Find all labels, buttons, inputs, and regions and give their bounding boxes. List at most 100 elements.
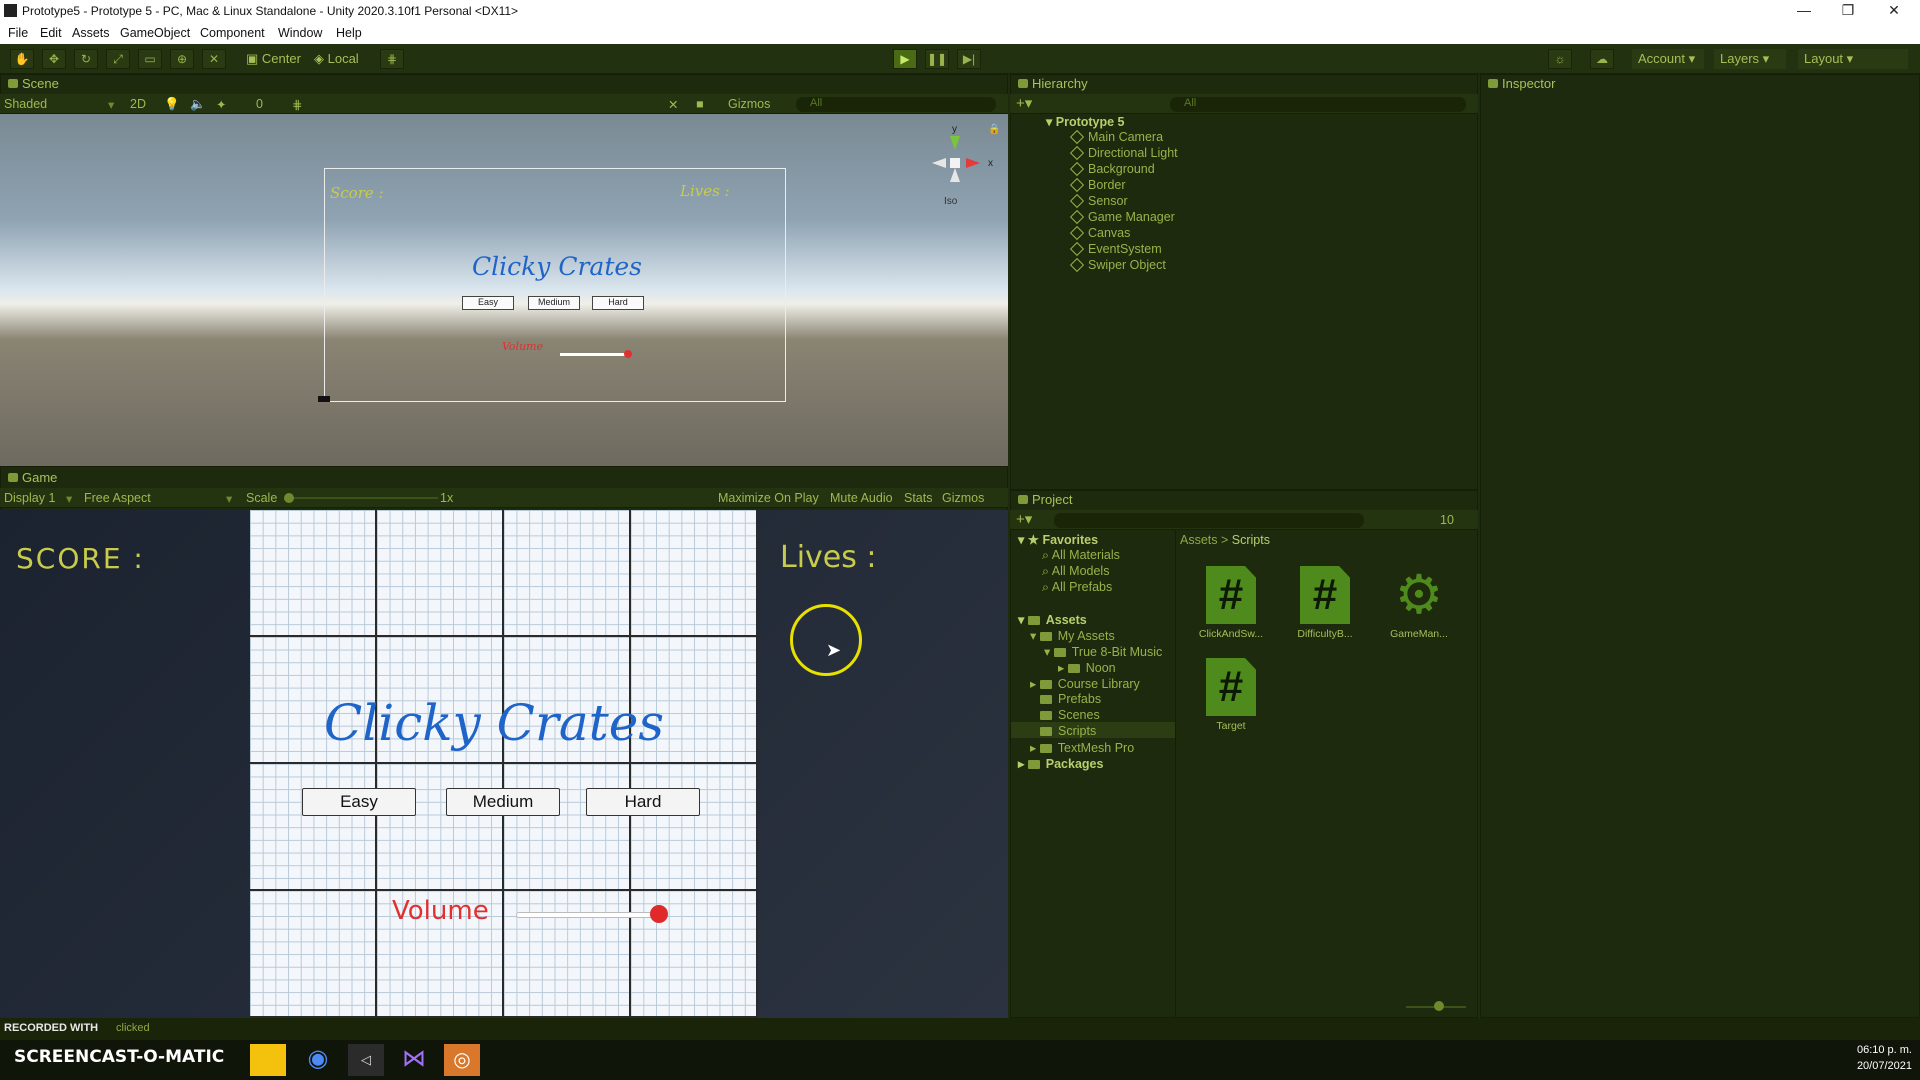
- account-dropdown[interactable]: Account ▾: [1632, 49, 1704, 69]
- hierarchy-item[interactable]: Canvas: [1069, 225, 1130, 241]
- audio-toggle-icon[interactable]: 🔈: [190, 97, 206, 112]
- tools-icon[interactable]: ✕: [668, 97, 678, 112]
- layers-dropdown[interactable]: Layers ▾: [1714, 49, 1786, 69]
- easy-button[interactable]: Easy: [302, 788, 416, 816]
- hierarchy-item[interactable]: Background: [1069, 161, 1155, 177]
- volume-slider-track[interactable]: [516, 912, 666, 918]
- display-dropdown[interactable]: Display 1: [4, 491, 55, 505]
- hierarchy-add-icon[interactable]: +▾: [1016, 94, 1032, 112]
- hierarchy-item[interactable]: Border: [1069, 177, 1126, 193]
- script-asset[interactable]: # DifficultyB...: [1280, 566, 1370, 640]
- projection-iso-label[interactable]: Iso: [944, 196, 957, 207]
- menu-assets[interactable]: Assets: [72, 26, 110, 40]
- hidden-objects-count[interactable]: 0: [256, 97, 263, 111]
- gizmo-center-cube-icon[interactable]: [950, 158, 960, 168]
- scale-slider-track[interactable]: [288, 497, 438, 499]
- icon-size-slider-handle[interactable]: [1434, 1001, 1444, 1011]
- aspect-dropdown-arrow-icon[interactable]: ▾: [226, 491, 232, 506]
- hard-button[interactable]: Hard: [586, 788, 700, 816]
- gizmo-y-arrow-icon[interactable]: [950, 136, 960, 150]
- assets-root[interactable]: ▾ Assets: [1018, 612, 1087, 627]
- shading-mode-dropdown[interactable]: Shaded: [4, 97, 47, 111]
- minimize-button[interactable]: —: [1784, 2, 1824, 18]
- hierarchy-search-input[interactable]: All: [1170, 97, 1466, 112]
- project-add-icon[interactable]: +▾: [1016, 510, 1032, 528]
- favorite-item[interactable]: ⌕ All Materials: [1042, 548, 1120, 563]
- folder-item[interactable]: Prefabs: [1040, 692, 1101, 706]
- visual-studio-app-icon[interactable]: ⋈: [396, 1044, 432, 1076]
- hierarchy-item[interactable]: Directional Light: [1069, 145, 1178, 161]
- game-gizmos-dropdown[interactable]: Gizmos: [942, 491, 984, 505]
- tab-project[interactable]: Project: [1012, 490, 1072, 510]
- maximize-button[interactable]: ❐: [1828, 2, 1868, 19]
- pivot-center-toggle[interactable]: ▣ Center: [246, 49, 301, 69]
- folder-item-selected[interactable]: Scripts: [1040, 724, 1096, 738]
- menu-gameobject[interactable]: GameObject: [120, 26, 190, 40]
- cloud-icon[interactable]: ☁: [1590, 49, 1614, 69]
- medium-button[interactable]: Medium: [446, 788, 560, 816]
- packages-root[interactable]: ▸ Packages: [1018, 756, 1103, 771]
- folder-item[interactable]: ▾ My Assets: [1030, 628, 1115, 643]
- grid-toggle-icon[interactable]: ⋕: [292, 97, 302, 112]
- scene-search-input[interactable]: All: [796, 97, 996, 112]
- move-tool-icon[interactable]: ✥: [42, 49, 66, 69]
- chrome-app-icon[interactable]: ◉: [300, 1044, 336, 1076]
- aspect-dropdown[interactable]: Free Aspect: [84, 491, 151, 505]
- folder-item[interactable]: Scenes: [1040, 708, 1100, 722]
- pivot-local-toggle[interactable]: ◈ Local: [314, 49, 359, 69]
- folder-item[interactable]: ▸ Course Library: [1030, 676, 1140, 691]
- play-button[interactable]: ▶: [893, 49, 917, 69]
- scene-viewport[interactable]: Score : Lives : Clicky Crates Easy Mediu…: [0, 114, 1008, 466]
- gizmo-lock-icon[interactable]: 🔒: [988, 124, 1000, 135]
- folder-item[interactable]: ▾ True 8-Bit Music: [1044, 644, 1162, 659]
- hierarchy-item[interactable]: Main Camera: [1069, 129, 1163, 145]
- layout-dropdown[interactable]: Layout ▾: [1798, 49, 1908, 69]
- favorite-item[interactable]: ⌕ All Models: [1042, 564, 1109, 579]
- sticky-notes-app-icon[interactable]: [250, 1044, 286, 1076]
- tab-scene[interactable]: Scene: [2, 74, 59, 94]
- custom-tool-icon[interactable]: ✕: [202, 49, 226, 69]
- favorite-item[interactable]: ⌕ All Prefabs: [1042, 580, 1112, 595]
- gizmo-neg-x-arrow-icon[interactable]: [932, 158, 946, 168]
- stats-toggle[interactable]: Stats: [904, 491, 933, 505]
- rect-tool-icon[interactable]: ▭: [138, 49, 162, 69]
- project-hidden-count[interactable]: 10: [1440, 513, 1454, 527]
- breadcrumb-assets[interactable]: Assets: [1180, 533, 1218, 547]
- scale-slider-handle[interactable]: [284, 493, 294, 503]
- tab-game[interactable]: Game: [2, 468, 57, 488]
- scene-gizmos-dropdown[interactable]: Gizmos: [728, 97, 770, 111]
- effects-toggle-icon[interactable]: ✦: [216, 97, 226, 112]
- mute-audio-toggle[interactable]: Mute Audio: [830, 491, 893, 505]
- hand-tool-icon[interactable]: ✋: [10, 49, 34, 69]
- unity-app-icon[interactable]: ◁: [348, 1044, 384, 1076]
- volume-slider-handle[interactable]: [649, 905, 668, 923]
- taskbar-time[interactable]: 06:10 p. m.: [1848, 1044, 1912, 1056]
- taskbar-date[interactable]: 20/07/2021: [1848, 1060, 1912, 1072]
- close-button[interactable]: ✕: [1874, 2, 1914, 19]
- hierarchy-item[interactable]: Game Manager: [1069, 209, 1175, 225]
- hierarchy-item[interactable]: Swiper Object: [1069, 257, 1166, 273]
- transform-tool-icon[interactable]: ⊕: [170, 49, 194, 69]
- folder-item[interactable]: ▸ Noon: [1058, 660, 1116, 675]
- hierarchy-item[interactable]: Sensor: [1069, 193, 1128, 209]
- pause-button[interactable]: ❚❚: [925, 49, 949, 69]
- gizmo-x-arrow-icon[interactable]: [966, 158, 980, 168]
- 2d-toggle[interactable]: 2D: [130, 97, 146, 111]
- gamemanager-asset[interactable]: ⚙ GameMan...: [1374, 566, 1464, 640]
- tab-hierarchy[interactable]: Hierarchy: [1012, 74, 1088, 94]
- hierarchy-item[interactable]: EventSystem: [1069, 241, 1162, 257]
- rotate-tool-icon[interactable]: ↻: [74, 49, 98, 69]
- project-search-input[interactable]: [1054, 513, 1364, 528]
- lighting-toggle-icon[interactable]: 💡: [164, 97, 180, 112]
- favorites-root[interactable]: ▾ ★ Favorites: [1018, 532, 1098, 547]
- menu-edit[interactable]: Edit: [40, 26, 62, 40]
- menu-help[interactable]: Help: [336, 26, 362, 40]
- script-asset[interactable]: # ClickAndSw...: [1186, 566, 1276, 640]
- menu-component[interactable]: Component: [200, 26, 265, 40]
- shading-dropdown-arrow-icon[interactable]: ▾: [108, 97, 114, 112]
- scale-tool-icon[interactable]: ⤢: [106, 49, 130, 69]
- folder-item[interactable]: ▸ TextMesh Pro: [1030, 740, 1134, 755]
- menu-file[interactable]: File: [8, 26, 28, 40]
- collab-icon[interactable]: ☼: [1548, 49, 1572, 69]
- breadcrumb-scripts[interactable]: Scripts: [1232, 533, 1270, 547]
